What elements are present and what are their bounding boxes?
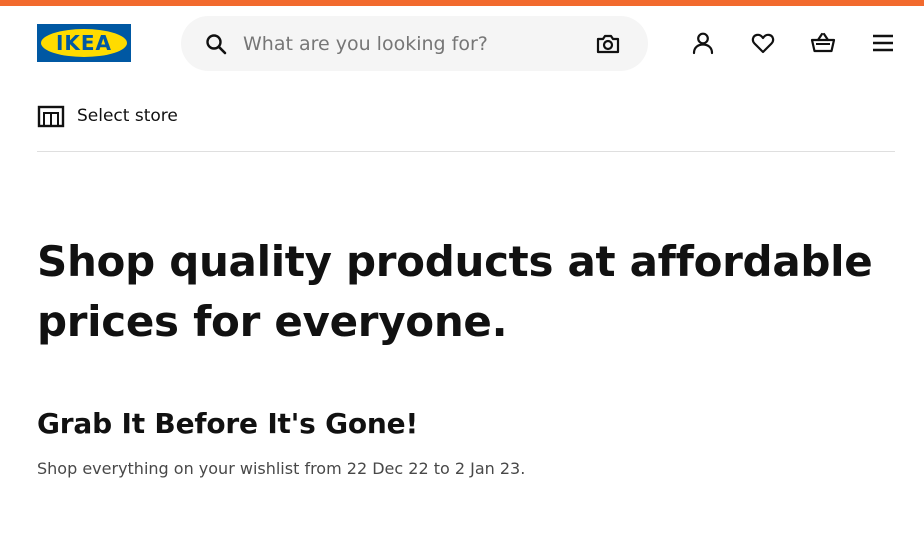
promo-heading: Grab It Before It's Gone! <box>37 407 419 440</box>
search-bar[interactable] <box>181 16 648 71</box>
site-header: IKEA <box>0 6 924 80</box>
hero-heading: Shop quality products at affordable pric… <box>37 232 897 352</box>
camera-icon[interactable] <box>595 31 621 57</box>
ikea-logo: IKEA <box>37 24 131 62</box>
basket-icon <box>810 32 836 53</box>
select-store-button[interactable]: Select store <box>37 100 178 132</box>
basket-button[interactable] <box>810 30 836 56</box>
wishlist-button[interactable] <box>750 30 776 56</box>
search-input[interactable] <box>243 26 583 61</box>
menu-icon <box>873 34 893 52</box>
header-divider <box>37 151 895 152</box>
select-store-label: Select store <box>77 106 178 126</box>
search-icon[interactable] <box>204 32 228 56</box>
menu-button[interactable] <box>870 30 896 56</box>
hero-heading-line-2: prices for everyone. <box>37 297 508 346</box>
account-icon <box>692 32 714 55</box>
account-button[interactable] <box>690 30 716 56</box>
ikea-logo-link[interactable]: IKEA <box>37 24 131 62</box>
promo-description: Shop everything on your wishlist from 22… <box>37 459 526 478</box>
store-icon <box>37 105 65 128</box>
hero-heading-line-1: Shop quality products at affordable <box>37 237 873 286</box>
heart-icon <box>751 33 775 54</box>
ikea-logo-text: IKEA <box>56 31 112 55</box>
